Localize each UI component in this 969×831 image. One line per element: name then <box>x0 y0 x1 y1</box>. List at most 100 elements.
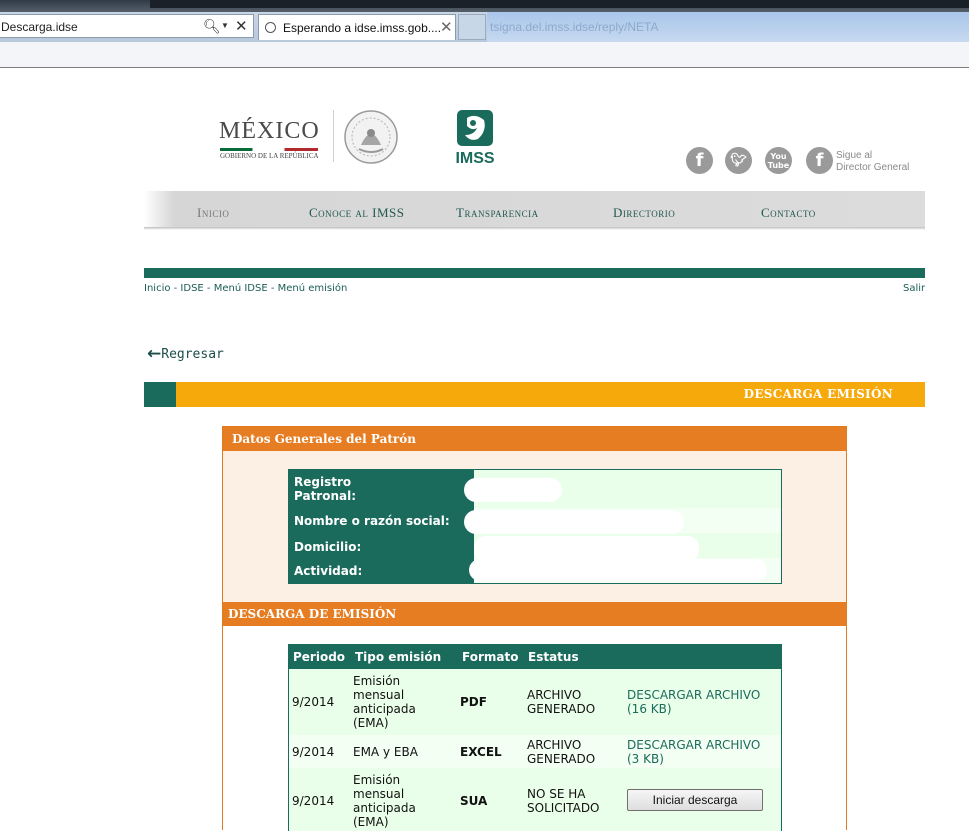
actividad-label: Actividad: <box>294 564 363 578</box>
registro-patronal-label-line1: Registro <box>294 475 352 489</box>
tab-title[interactable]: Esperando a idse.imss.gob.... <box>283 21 441 35</box>
tipo-emision-line: mensual <box>353 787 405 801</box>
tipo-emision-line: (EMA) <box>353 716 389 730</box>
nav-item-conoce[interactable]: Conoce al IMSS <box>309 205 405 221</box>
youtube-icon[interactable]: You Tube <box>765 147 792 174</box>
tipo-emision-line: anticipada <box>353 702 416 716</box>
formato-cell: PDF <box>460 695 487 709</box>
dropdown-arrow-icon[interactable]: ▼ <box>221 21 229 30</box>
datos-generales-body: Registro Patronal: Nombre o razón social… <box>223 451 846 602</box>
estatus-line: GENERADO <box>527 752 596 766</box>
follow-text-2[interactable]: Director General <box>836 162 909 173</box>
estatus-cell: ARCHIVO GENERADO <box>527 738 595 766</box>
section-divider <box>144 268 925 278</box>
national-seal-icon <box>344 110 398 164</box>
nombre-razon-social-value-redacted <box>464 510 684 534</box>
regresar-label[interactable]: Regresar <box>161 347 224 362</box>
tipo-emision-line: Emisión <box>353 674 401 688</box>
page-title-bar: DESCARGA EMISIÓN <box>144 382 925 407</box>
formato-cell: EXCEL <box>460 745 502 759</box>
tipo-emision-cell: Emisión mensual anticipada (EMA) <box>353 773 416 829</box>
registro-patronal-label-line2: Patronal: <box>294 489 357 503</box>
main-nav-shadow <box>144 227 925 230</box>
patron-info-labels: Registro Patronal: Nombre o razón social… <box>289 470 474 583</box>
column-header-formato: Formato <box>462 650 519 664</box>
close-tab-icon[interactable]: ✕ <box>440 18 453 36</box>
address-bar[interactable]: Descarga.idse 🔍︎ ▼ ✕ <box>0 14 254 38</box>
emission-table: Periodo Tipo emisión Formato Estatus 9/2… <box>288 644 782 831</box>
nav-item-transparencia[interactable]: Transparencia <box>456 205 539 221</box>
command-bar <box>0 42 969 68</box>
imss-logo-word: IMSS <box>455 150 494 165</box>
periodo-cell: 9/2014 <box>292 695 335 709</box>
iniciar-descarga-button[interactable]: Iniciar descarga <box>627 789 763 811</box>
nav-item-directorio[interactable]: Directorio <box>613 205 675 221</box>
table-row: 9/2014 EMA y EBA EXCEL ARCHIVO GENERADO … <box>289 735 781 768</box>
stop-icon[interactable]: ✕ <box>235 17 248 35</box>
descargar-archivo-label[interactable]: DESCARGAR ARCHIVO <box>627 688 760 702</box>
descargar-archivo-size[interactable]: (3 KB) <box>627 752 664 766</box>
periodo-cell: 9/2014 <box>292 794 335 808</box>
mexico-logo-subtitle: GOBIERNO DE LA REPÚBLICA <box>220 152 319 160</box>
actividad-value-redacted <box>469 559 767 581</box>
page-title-accent <box>144 382 176 407</box>
new-tab-button[interactable] <box>458 14 486 40</box>
facebook-icon[interactable]: f <box>686 147 713 174</box>
registro-patronal-value-redacted <box>464 478 562 502</box>
estatus-line: ARCHIVO <box>527 738 582 752</box>
imss-logo[interactable]: IMSS <box>452 109 498 165</box>
column-header-periodo: Periodo <box>293 650 346 664</box>
emission-table-header: Periodo Tipo emisión Formato Estatus <box>289 644 781 669</box>
tipo-emision-line: (EMA) <box>353 815 389 829</box>
tipo-emision-cell: EMA y EBA <box>353 745 418 759</box>
breadcrumb[interactable]: Inicio - IDSE - Menú IDSE - Menú emisión <box>144 283 347 294</box>
estatus-cell: ARCHIVO GENERADO <box>527 688 595 716</box>
tipo-emision-line: anticipada <box>353 801 416 815</box>
periodo-cell: 9/2014 <box>292 745 335 759</box>
formato-cell: SUA <box>460 794 488 808</box>
back-arrow-icon[interactable]: ← <box>147 344 161 364</box>
youtube-icon-bottom: Tube <box>767 161 790 170</box>
domicilio-label: Domicilio: <box>294 540 362 554</box>
descargar-archivo-size[interactable]: (16 KB) <box>627 702 672 716</box>
table-row: 9/2014 Emisión mensual anticipada (EMA) … <box>289 768 781 831</box>
search-icon[interactable]: 🔍︎ <box>203 18 221 35</box>
tipo-emision-cell: Emisión mensual anticipada (EMA) <box>353 674 416 730</box>
estatus-line: NO SE HA <box>527 787 586 801</box>
follow-text-1[interactable]: Sigue al <box>836 150 872 161</box>
mexico-logo-flag-line <box>220 148 318 151</box>
descarga-emision-title: DESCARGA DE EMISIÓN <box>228 607 397 621</box>
emission-panel: Datos Generales del Patrón Registro Patr… <box>222 426 847 831</box>
loading-spinner-icon <box>265 22 276 33</box>
estatus-line: ARCHIVO <box>527 688 582 702</box>
regresar-link[interactable]: ←Regresar <box>147 344 224 364</box>
nav-item-contacto[interactable]: Contacto <box>761 205 816 221</box>
descarga-emision-header: DESCARGA DE EMISIÓN <box>223 602 846 626</box>
salir-link[interactable]: Salir <box>903 283 925 294</box>
datos-generales-title: Datos Generales del Patrón <box>232 432 416 446</box>
table-row: 9/2014 Emisión mensual anticipada (EMA) … <box>289 669 781 735</box>
descargar-archivo-link[interactable]: DESCARGAR ARCHIVO (16 KB) <box>627 688 760 716</box>
estatus-line: GENERADO <box>527 702 596 716</box>
follow-director-link[interactable]: Sigue al Director General <box>836 150 909 174</box>
column-header-tipo-emision: Tipo emisión <box>355 650 442 664</box>
descargar-archivo-link[interactable]: DESCARGAR ARCHIVO (3 KB) <box>627 738 760 766</box>
nav-item-inicio[interactable]: Inicio <box>197 205 229 221</box>
nombre-razon-social-label: Nombre o razón social: <box>294 514 450 528</box>
datos-generales-header: Datos Generales del Patrón <box>223 427 846 451</box>
titlebar-ghost-url: tsigna.del.imss.idse/reply/NETA <box>490 20 659 34</box>
estatus-cell: NO SE HA SOLICITADO <box>527 787 600 815</box>
logo-divider <box>333 110 334 162</box>
estatus-line: SOLICITADO <box>527 801 600 815</box>
tipo-emision-line: Emisión <box>353 773 401 787</box>
page-title: DESCARGA EMISIÓN <box>743 387 893 401</box>
twitter-icon[interactable]: 🐦︎ <box>725 147 752 174</box>
address-text[interactable]: Descarga.idse <box>1 20 78 34</box>
tipo-emision-line: mensual <box>353 688 405 702</box>
column-header-estatus: Estatus <box>528 650 579 664</box>
browser-tab-active[interactable]: Esperando a idse.imss.gob.... ✕ <box>258 14 456 40</box>
descargar-archivo-label[interactable]: DESCARGAR ARCHIVO <box>627 738 760 752</box>
registro-patronal-label: Registro Patronal: <box>294 475 356 503</box>
youtube-icon-top: You <box>770 152 787 161</box>
facebook-icon-director[interactable]: f <box>806 147 833 174</box>
